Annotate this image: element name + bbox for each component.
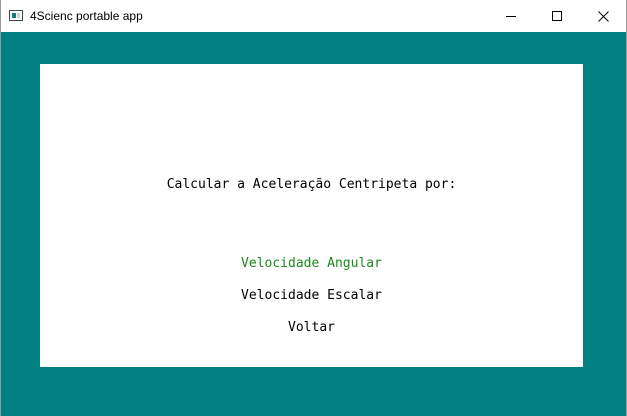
menu-panel: Calcular a Aceleração Centripeta por: Ve… (40, 64, 583, 367)
app-icon (9, 10, 23, 21)
app-window: 4Scienc portable app Calcular a Aceleraç… (0, 0, 627, 416)
close-icon (597, 10, 609, 22)
maximize-icon (552, 11, 562, 21)
title-bar[interactable]: 4Scienc portable app (1, 0, 626, 32)
client-area: Calcular a Aceleração Centripeta por: Ve… (1, 32, 626, 416)
minimize-icon (506, 16, 516, 17)
option-velocidade-escalar[interactable]: Velocidade Escalar (40, 287, 583, 305)
option-velocidade-angular[interactable]: Velocidade Angular (40, 255, 583, 273)
option-label: Voltar (288, 320, 335, 335)
option-label: Velocidade Escalar (241, 288, 382, 303)
menu-heading: Calcular a Aceleração Centripeta por: (166, 177, 457, 192)
option-voltar[interactable]: Voltar (40, 319, 583, 337)
close-button[interactable] (580, 0, 626, 32)
window-title: 4Scienc portable app (30, 9, 143, 23)
option-label: Velocidade Angular (241, 256, 382, 271)
minimize-button[interactable] (488, 0, 534, 32)
maximize-button[interactable] (534, 0, 580, 32)
